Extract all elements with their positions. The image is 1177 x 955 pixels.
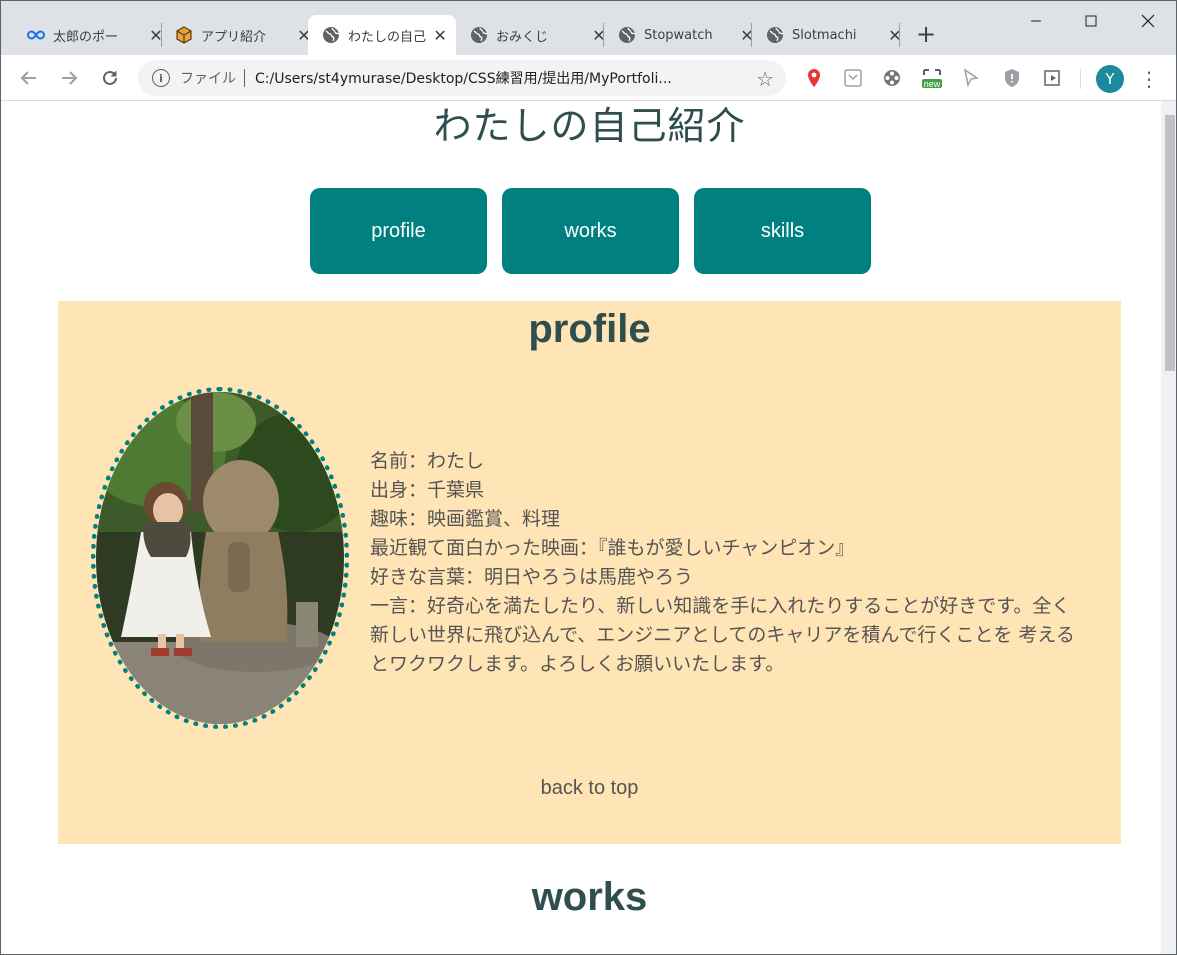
address-bar[interactable]: i ファイル C:/Users/st4ymurase/Desktop/CSS練習… bbox=[138, 60, 786, 96]
minimize-icon bbox=[1031, 20, 1041, 22]
back-to-top-link[interactable]: back to top bbox=[58, 777, 1121, 800]
nav-works-button[interactable]: works bbox=[502, 188, 679, 274]
url-text[interactable]: C:/Users/st4ymurase/Desktop/CSS練習用/提出用/M… bbox=[255, 68, 745, 88]
map-pin-icon[interactable] bbox=[803, 67, 825, 89]
reload-button[interactable] bbox=[95, 63, 125, 93]
bio-recent-movie: 最近観て面白かった映画：『誰もが愛しいチャンピオン』 bbox=[370, 537, 855, 559]
toolbar-divider bbox=[1080, 69, 1081, 89]
profile-bio: 名前：わたし 出身：千葉県 趣味：映画鑑賞、料理 最近観て面白かった映画：『誰も… bbox=[370, 447, 1080, 679]
scrollbar-thumb[interactable] bbox=[1165, 115, 1175, 371]
maximize-button[interactable] bbox=[1068, 7, 1114, 35]
bio-favorite-words: 好きな言葉：明日やろうは馬鹿やろう bbox=[370, 566, 694, 588]
site-nav: profile works skills bbox=[310, 188, 871, 274]
new-tab-button[interactable]: + bbox=[913, 20, 939, 48]
media-icon[interactable] bbox=[1042, 67, 1064, 89]
globe-icon bbox=[470, 26, 488, 44]
screen-capture-icon[interactable]: new bbox=[921, 67, 943, 89]
close-icon[interactable]: ✕ bbox=[432, 26, 448, 45]
box-icon bbox=[175, 26, 193, 44]
tab-slotmachine[interactable]: Slotmachi ✕ bbox=[752, 15, 912, 55]
works-heading: works bbox=[531, 875, 648, 919]
info-icon[interactable]: i bbox=[152, 69, 170, 87]
page-scrollbar[interactable] bbox=[1161, 101, 1176, 954]
browser-toolbar: i ファイル C:/Users/st4ymurase/Desktop/CSS練習… bbox=[1, 55, 1176, 101]
nav-profile-button[interactable]: profile bbox=[310, 188, 487, 274]
page-viewport: わたしの自己紹介 profile works skills profile 名前… bbox=[1, 101, 1161, 954]
close-icon[interactable]: ✕ bbox=[886, 26, 904, 45]
address-divider bbox=[244, 69, 245, 87]
tab-title: Stopwatch bbox=[644, 27, 713, 43]
tab-separator bbox=[899, 23, 900, 47]
tab-stopwatch[interactable]: Stopwatch ✕ bbox=[604, 15, 764, 55]
maximize-icon bbox=[1085, 15, 1097, 27]
tab-taro-portfolio[interactable]: 太郎のポー ✕ bbox=[13, 15, 173, 55]
tab-omikuji[interactable]: おみくじ ✕ bbox=[456, 15, 616, 55]
cursor-icon[interactable] bbox=[960, 67, 982, 89]
profile-heading: profile bbox=[528, 307, 651, 351]
shield-icon[interactable] bbox=[1001, 67, 1023, 89]
close-icon bbox=[1141, 14, 1155, 28]
globe-icon bbox=[618, 26, 636, 44]
profile-avatar[interactable]: Y bbox=[1096, 65, 1124, 93]
tab-strip: 太郎のポー ✕ アプリ紹介 ✕ わたしの自己 ✕ おみくじ ✕ Stopwatc… bbox=[1, 1, 1176, 55]
profile-section: profile 名前：わたし 出身：千葉県 趣味：映画鑑賞、料理 最近観て面白か… bbox=[58, 301, 1121, 844]
new-badge: new bbox=[923, 79, 941, 89]
globe-icon bbox=[766, 26, 784, 44]
globe-icon bbox=[322, 26, 340, 44]
back-button[interactable] bbox=[14, 63, 44, 93]
more-menu-icon[interactable]: ⋮ bbox=[1139, 65, 1159, 93]
forward-button[interactable] bbox=[54, 63, 84, 93]
tab-app-intro[interactable]: アプリ紹介 ✕ bbox=[161, 15, 321, 55]
pocket-icon[interactable] bbox=[842, 67, 864, 89]
profile-photo bbox=[91, 387, 349, 729]
browser-window: 太郎のポー ✕ アプリ紹介 ✕ わたしの自己 ✕ おみくじ ✕ Stopwatc… bbox=[0, 0, 1177, 955]
bio-hometown: 出身：千葉県 bbox=[370, 479, 485, 501]
bio-name: 名前：わたし bbox=[370, 450, 485, 472]
scheme-label: ファイル bbox=[180, 71, 236, 87]
film-reel-icon[interactable] bbox=[881, 67, 903, 89]
tab-title: 太郎のポー bbox=[53, 29, 119, 45]
minimize-button[interactable] bbox=[1013, 7, 1059, 35]
tab-title: おみくじ bbox=[496, 29, 549, 45]
bio-hobby: 趣味：映画鑑賞、料理 bbox=[370, 508, 561, 530]
tab-title: アプリ紹介 bbox=[201, 29, 267, 45]
arrow-left-icon bbox=[20, 71, 36, 85]
infinity-icon bbox=[27, 26, 45, 44]
close-window-button[interactable] bbox=[1125, 7, 1171, 35]
tab-title: Slotmachi bbox=[792, 27, 857, 43]
arrow-right-icon bbox=[62, 71, 78, 85]
bookmark-star-icon[interactable]: ☆ bbox=[756, 67, 774, 91]
bio-message: 一言：好奇心を満たしたり、新しい知識を手に入れたりすることが好きです。全く新しい… bbox=[370, 595, 1075, 675]
nav-skills-button[interactable]: skills bbox=[694, 188, 871, 274]
tab-title: わたしの自己 bbox=[348, 29, 427, 45]
reload-icon bbox=[103, 70, 117, 85]
page-title: わたしの自己紹介 bbox=[433, 104, 746, 148]
tab-self-intro[interactable]: わたしの自己 ✕ bbox=[308, 15, 456, 55]
